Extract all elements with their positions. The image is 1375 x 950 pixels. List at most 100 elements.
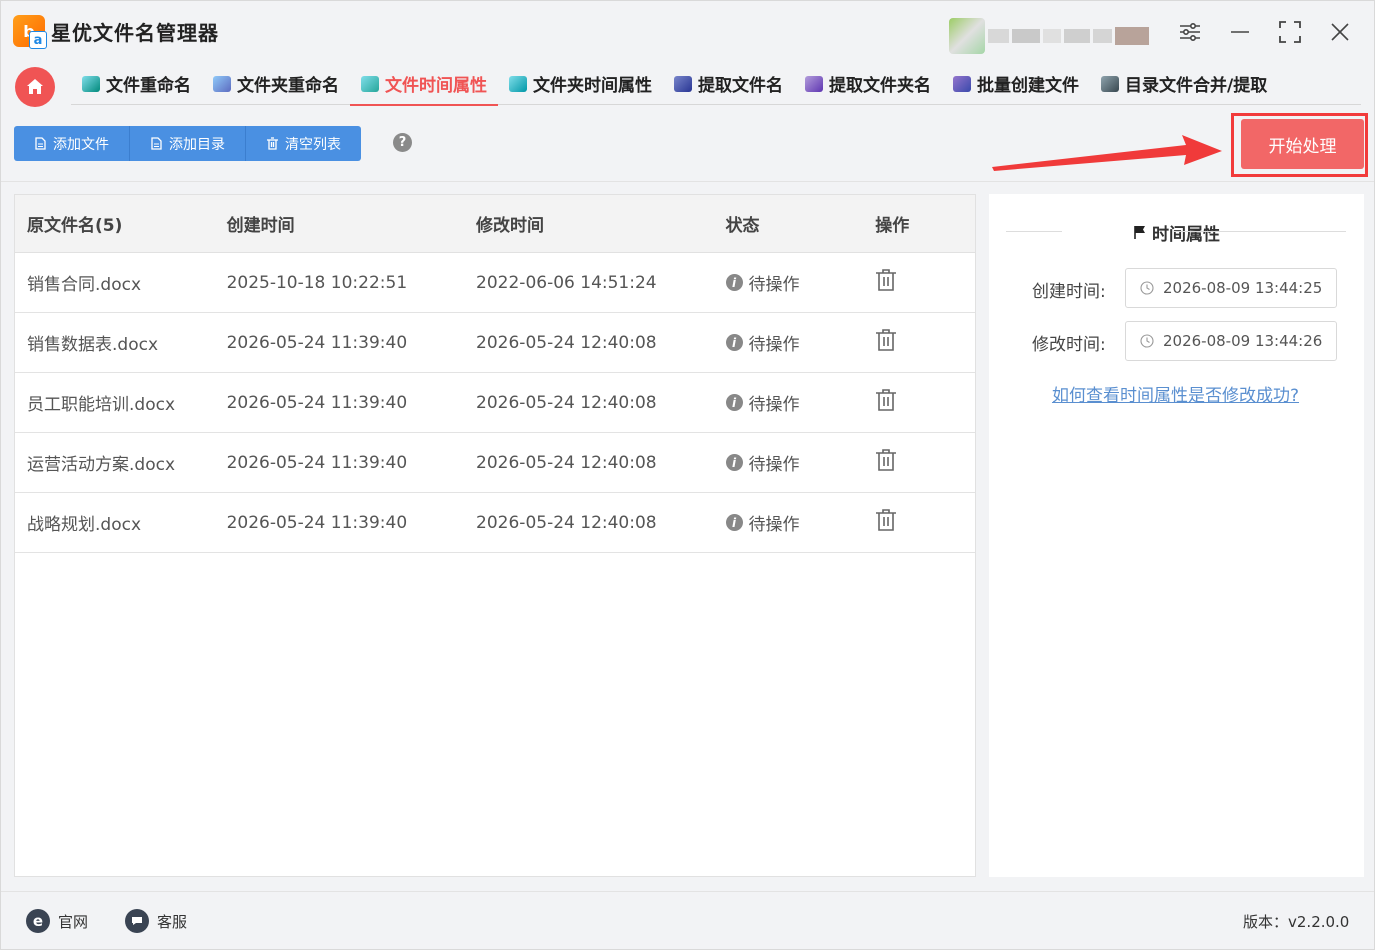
- tab-file-rename[interactable]: 文件重命名: [71, 63, 202, 105]
- clock-icon: [1140, 334, 1154, 348]
- created-time-label: 创建时间:: [1032, 282, 1106, 302]
- add-file-button[interactable]: 添加文件: [14, 126, 130, 161]
- cell-status: i 待操作: [725, 390, 876, 415]
- table-row[interactable]: 销售合同.docx 2025-10-18 10:22:51 2022-06-06…: [15, 253, 975, 313]
- modified-time-label: 修改时间:: [1032, 335, 1106, 355]
- tab-extract-filename[interactable]: 提取文件名: [663, 63, 794, 105]
- file-table: 原文件名(5) 创建时间 修改时间 状态 操作 销售合同.docx 2025-1…: [14, 194, 976, 877]
- extract-foldername-icon: [805, 75, 823, 92]
- help-icon[interactable]: ?: [393, 133, 412, 152]
- tab-folder-rename[interactable]: 文件夹重命名: [202, 63, 350, 105]
- trash-icon: [267, 137, 278, 150]
- home-icon: [27, 79, 43, 94]
- table-row[interactable]: 战略规划.docx 2026-05-24 11:39:40 2026-05-24…: [15, 493, 975, 553]
- info-icon: i: [725, 334, 743, 351]
- tab-extract-foldername[interactable]: 提取文件夹名: [794, 63, 942, 105]
- folder-rename-icon: [213, 75, 231, 92]
- tab-dir-merge[interactable]: 目录文件合并/提取: [1090, 63, 1278, 105]
- delete-row-button[interactable]: [875, 388, 975, 417]
- dir-merge-icon: [1101, 75, 1119, 92]
- support-link[interactable]: 客服: [125, 909, 187, 933]
- browser-icon: e: [26, 909, 50, 933]
- cell-modified: 2026-05-24 12:40:08: [476, 512, 657, 533]
- cell-status: i 待操作: [725, 450, 876, 475]
- website-link[interactable]: e 官网: [26, 909, 88, 933]
- cell-created: 2026-05-24 11:39:40: [226, 452, 408, 473]
- trash-icon: [876, 329, 897, 351]
- cell-filename: 运营活动方案.docx: [27, 455, 176, 475]
- header-action: 操作: [875, 216, 910, 236]
- title-bar: b a 星优文件名管理器: [1, 1, 1374, 59]
- cell-filename: 销售合同.docx: [27, 275, 142, 295]
- table-row[interactable]: 员工职能培训.docx 2026-05-24 11:39:40 2026-05-…: [15, 373, 975, 433]
- trash-icon: [876, 449, 897, 471]
- help-link[interactable]: 如何查看时间属性是否修改成功?: [989, 381, 1362, 406]
- file-icon: [35, 137, 46, 150]
- cell-modified: 2022-06-06 14:51:24: [476, 272, 657, 293]
- info-icon: i: [725, 454, 743, 471]
- tab-folder-time[interactable]: 文件夹时间属性: [498, 63, 663, 105]
- version-label: 版本：v2.2.0.0: [1243, 913, 1350, 931]
- extract-filename-icon: [674, 75, 692, 92]
- header-status: 状态: [725, 216, 760, 236]
- table-header: 原文件名(5) 创建时间 修改时间 状态 操作: [15, 195, 975, 253]
- info-icon: i: [725, 274, 743, 291]
- header-created: 创建时间: [226, 216, 295, 236]
- cell-status: i 待操作: [725, 510, 876, 535]
- cell-filename: 员工职能培训.docx: [27, 395, 176, 415]
- cell-created: 2025-10-18 10:22:51: [226, 272, 408, 293]
- modified-time-input[interactable]: 2026-08-09 13:44:26: [1125, 321, 1337, 361]
- delete-row-button[interactable]: [875, 448, 975, 477]
- cell-filename: 战略规划.docx: [27, 515, 142, 535]
- cell-status: i 待操作: [725, 270, 876, 295]
- flag-icon: [1134, 226, 1145, 239]
- app-title: 星优文件名管理器: [51, 21, 219, 45]
- clock-icon: [1140, 281, 1154, 295]
- header-filename: 原文件名(5): [27, 216, 123, 236]
- clear-list-button[interactable]: 清空列表: [246, 126, 361, 161]
- folder-time-icon: [509, 75, 527, 92]
- panel-title: 时间属性: [989, 220, 1364, 245]
- file-icon: [151, 137, 162, 150]
- trash-icon: [876, 509, 897, 531]
- cell-created: 2026-05-24 11:39:40: [226, 512, 408, 533]
- minimize-icon[interactable]: [1223, 15, 1257, 49]
- close-icon[interactable]: [1323, 15, 1357, 49]
- created-time-input[interactable]: 2026-08-09 13:44:25: [1125, 268, 1337, 308]
- app-window: b a 星优文件名管理器 文件重命名 文件夹重命名: [0, 0, 1375, 950]
- tab-batch-create[interactable]: 批量创建文件: [942, 63, 1090, 105]
- toolbar: 添加文件 添加目录 清空列表: [14, 126, 361, 161]
- cell-status: i 待操作: [725, 330, 876, 355]
- cell-modified: 2026-05-24 12:40:08: [476, 392, 657, 413]
- footer-divider: [1, 891, 1374, 892]
- file-time-icon: [361, 75, 379, 92]
- app-logo-icon: b a: [13, 15, 47, 49]
- delete-row-button[interactable]: [875, 328, 975, 357]
- time-attribute-panel: 时间属性 创建时间: 2026-08-09 13:44:25 修改时间: 202…: [989, 194, 1364, 877]
- batch-create-icon: [953, 75, 971, 92]
- trash-icon: [876, 389, 897, 411]
- info-icon: i: [725, 394, 743, 411]
- file-rename-icon: [82, 75, 100, 92]
- table-row[interactable]: 运营活动方案.docx 2026-05-24 11:39:40 2026-05-…: [15, 433, 975, 493]
- delete-row-button[interactable]: [875, 268, 975, 297]
- settings-sliders-icon[interactable]: [1173, 15, 1207, 49]
- trash-icon: [876, 269, 897, 291]
- user-account-area[interactable]: [949, 18, 1149, 54]
- divider: [1, 181, 1374, 182]
- tab-file-time[interactable]: 文件时间属性: [350, 63, 498, 106]
- home-button[interactable]: [15, 67, 55, 107]
- start-processing-button[interactable]: 开始处理: [1241, 119, 1364, 169]
- maximize-icon[interactable]: [1273, 15, 1307, 49]
- table-row[interactable]: 销售数据表.docx 2026-05-24 11:39:40 2026-05-2…: [15, 313, 975, 373]
- add-directory-button[interactable]: 添加目录: [130, 126, 246, 161]
- cell-created: 2026-05-24 11:39:40: [226, 332, 408, 353]
- header-modified: 修改时间: [476, 216, 545, 236]
- cell-modified: 2026-05-24 12:40:08: [476, 332, 657, 353]
- info-icon: i: [725, 514, 743, 531]
- annotation-arrow: [992, 135, 1222, 171]
- avatar[interactable]: [949, 18, 985, 54]
- cell-modified: 2026-05-24 12:40:08: [476, 452, 657, 473]
- delete-row-button[interactable]: [875, 508, 975, 537]
- tab-bar: 文件重命名 文件夹重命名 文件时间属性 文件夹时间属性 提取文件名 提取文件夹名…: [71, 63, 1361, 106]
